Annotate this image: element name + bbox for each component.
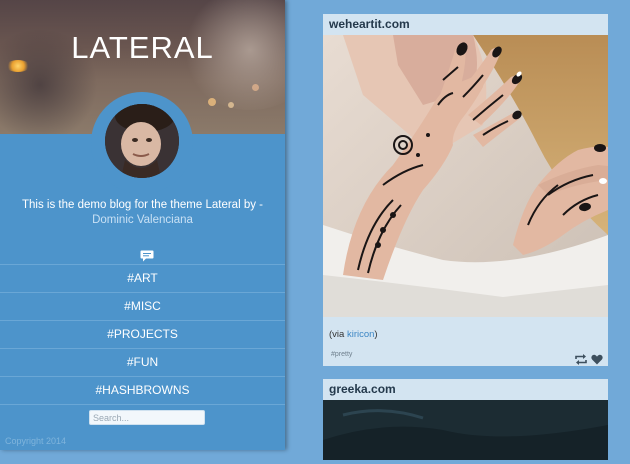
post-card: weheartit.com (via kiricon) #pretty: [323, 14, 608, 366]
copyright: Copyright 2014: [5, 436, 67, 446]
nav-item-art[interactable]: #ART: [0, 264, 285, 292]
tag-nav: #ART #MISC #PROJECTS #FUN #HASHBROWNS: [0, 264, 285, 405]
post-card: greeka.com: [323, 379, 608, 460]
post-photo[interactable]: [323, 400, 608, 460]
post-caption: (via kiricon): [329, 329, 378, 340]
nav-item-misc[interactable]: #MISC: [0, 292, 285, 320]
nav-item-projects[interactable]: #PROJECTS: [0, 320, 285, 348]
caption-link[interactable]: kiricon: [347, 329, 374, 340]
sidebar: LATERAL This is the demo blog for the th…: [0, 0, 285, 450]
post-source-link[interactable]: weheartit.com: [323, 14, 608, 35]
reblog-icon[interactable]: [575, 350, 587, 369]
heart-icon[interactable]: [591, 350, 603, 369]
post-tag[interactable]: #pretty: [331, 351, 352, 358]
avatar[interactable]: [105, 104, 179, 178]
blog-description: This is the demo blog for the theme Late…: [0, 198, 285, 228]
blog-title[interactable]: LATERAL: [0, 30, 285, 66]
nav-item-hashbrowns[interactable]: #HASHBROWNS: [0, 376, 285, 405]
post-photo[interactable]: [323, 35, 608, 317]
nav-item-fun[interactable]: #FUN: [0, 348, 285, 376]
author-link[interactable]: Dominic Valenciana: [92, 214, 193, 226]
post-source-link[interactable]: greeka.com: [323, 379, 608, 400]
description-text: This is the demo blog for the theme Late…: [22, 199, 263, 211]
search-input[interactable]: [89, 410, 205, 425]
